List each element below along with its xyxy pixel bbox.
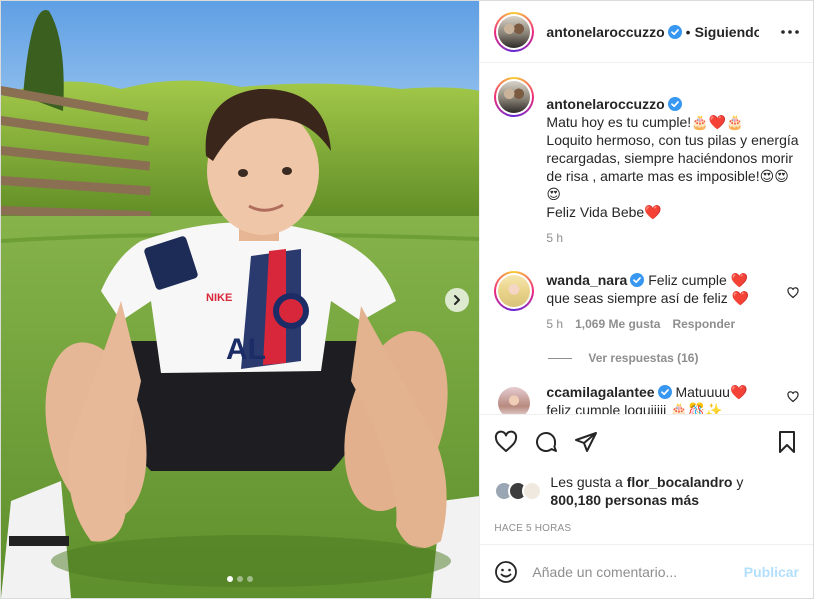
comment-composer: Publicar <box>480 544 813 598</box>
view-replies-label: Ver respuestas (16) <box>588 351 699 365</box>
likes-conj: y <box>736 474 744 490</box>
caption-avatar[interactable] <box>494 77 535 117</box>
liker-username[interactable]: flor_bocalandro <box>627 474 733 490</box>
comment-input[interactable] <box>532 563 744 580</box>
comment-time[interactable]: 5 h <box>546 315 563 333</box>
share-icon <box>575 432 598 452</box>
following-button[interactable]: Siguiendo <box>695 24 759 40</box>
comment-username[interactable]: wanda_nara <box>546 272 627 288</box>
emoji-button[interactable] <box>494 560 518 584</box>
likes-prefix: Les gusta a <box>550 474 623 490</box>
caption-text: Matu hoy es tu cumple!🎂❤️🎂 Loquito hermo… <box>546 114 799 220</box>
verified-badge-icon <box>667 24 682 39</box>
carousel-next-button[interactable] <box>445 288 469 312</box>
chevron-right-icon <box>454 295 460 305</box>
author-avatar[interactable] <box>494 11 535 52</box>
post-actions: Les gusta a flor_bocalandro y 800,180 pe… <box>480 414 813 544</box>
liker-avatars <box>494 481 543 501</box>
likes-summary: Les gusta a flor_bocalandro y 800,180 pe… <box>494 473 799 509</box>
carousel-dot <box>237 576 244 582</box>
post-photo[interactable]: NIKE AL <box>1 1 480 598</box>
caption-time[interactable]: 5 h <box>546 229 563 247</box>
carousel-dot <box>247 576 254 582</box>
comment-button[interactable] <box>534 430 558 454</box>
photo-scene: NIKE AL <box>1 1 480 598</box>
publish-button[interactable]: Publicar <box>744 564 799 580</box>
reply-button[interactable]: Responder <box>672 315 735 333</box>
bookmark-icon <box>779 431 795 453</box>
comment-likes[interactable]: 1,069 Me gusta <box>575 315 660 333</box>
svg-text:AL: AL <box>226 333 266 366</box>
view-replies-button[interactable]: Ver respuestas (16) <box>548 351 799 365</box>
more-options-button[interactable] <box>775 29 799 34</box>
replies-divider <box>548 357 573 359</box>
small-heart-icon[interactable] <box>787 391 799 403</box>
likes-count[interactable]: 800,180 personas más <box>550 492 699 508</box>
comments-list[interactable]: antonelaroccuzzo Matu hoy es tu cumple!🎂… <box>480 63 813 414</box>
more-options-icon <box>781 29 799 34</box>
comment-item: wanda_nara Feliz cumple ❤️ que seas siem… <box>494 271 799 333</box>
like-button[interactable] <box>494 430 518 454</box>
verified-badge-icon <box>657 385 672 399</box>
comment-avatar[interactable] <box>498 387 531 414</box>
comment-avatar[interactable] <box>494 271 535 311</box>
liker-avatar <box>522 481 543 501</box>
post-modal: NIKE AL antonelaroccuzzo • Siguiendo ant… <box>0 0 814 599</box>
svg-text:NIKE: NIKE <box>206 292 232 304</box>
caption-username[interactable]: antonelaroccuzzo <box>546 96 664 112</box>
post-side-panel: antonelaroccuzzo • Siguiendo antonelaroc… <box>479 1 813 598</box>
comment-item: ccamilagalantee Matuuuu❤️ feliz cumple l… <box>494 383 799 414</box>
verified-badge-icon <box>667 97 682 111</box>
carousel-indicator <box>1 576 479 582</box>
save-button[interactable] <box>775 430 799 454</box>
post-timestamp[interactable]: HACE 5 HORAS <box>494 523 799 534</box>
carousel-dot <box>227 576 234 582</box>
author-username[interactable]: antonelaroccuzzo <box>546 24 664 40</box>
verified-badge-icon <box>630 273 645 287</box>
caption: antonelaroccuzzo Matu hoy es tu cumple!🎂… <box>494 77 799 247</box>
comment-icon <box>536 431 558 452</box>
header-separator: • <box>685 23 691 40</box>
emoji-icon <box>495 560 518 583</box>
small-heart-icon[interactable] <box>787 287 799 299</box>
heart-icon <box>495 430 518 452</box>
share-button[interactable] <box>574 430 598 454</box>
comment-username[interactable]: ccamilagalantee <box>546 384 654 400</box>
post-header: antonelaroccuzzo • Siguiendo <box>480 1 813 63</box>
